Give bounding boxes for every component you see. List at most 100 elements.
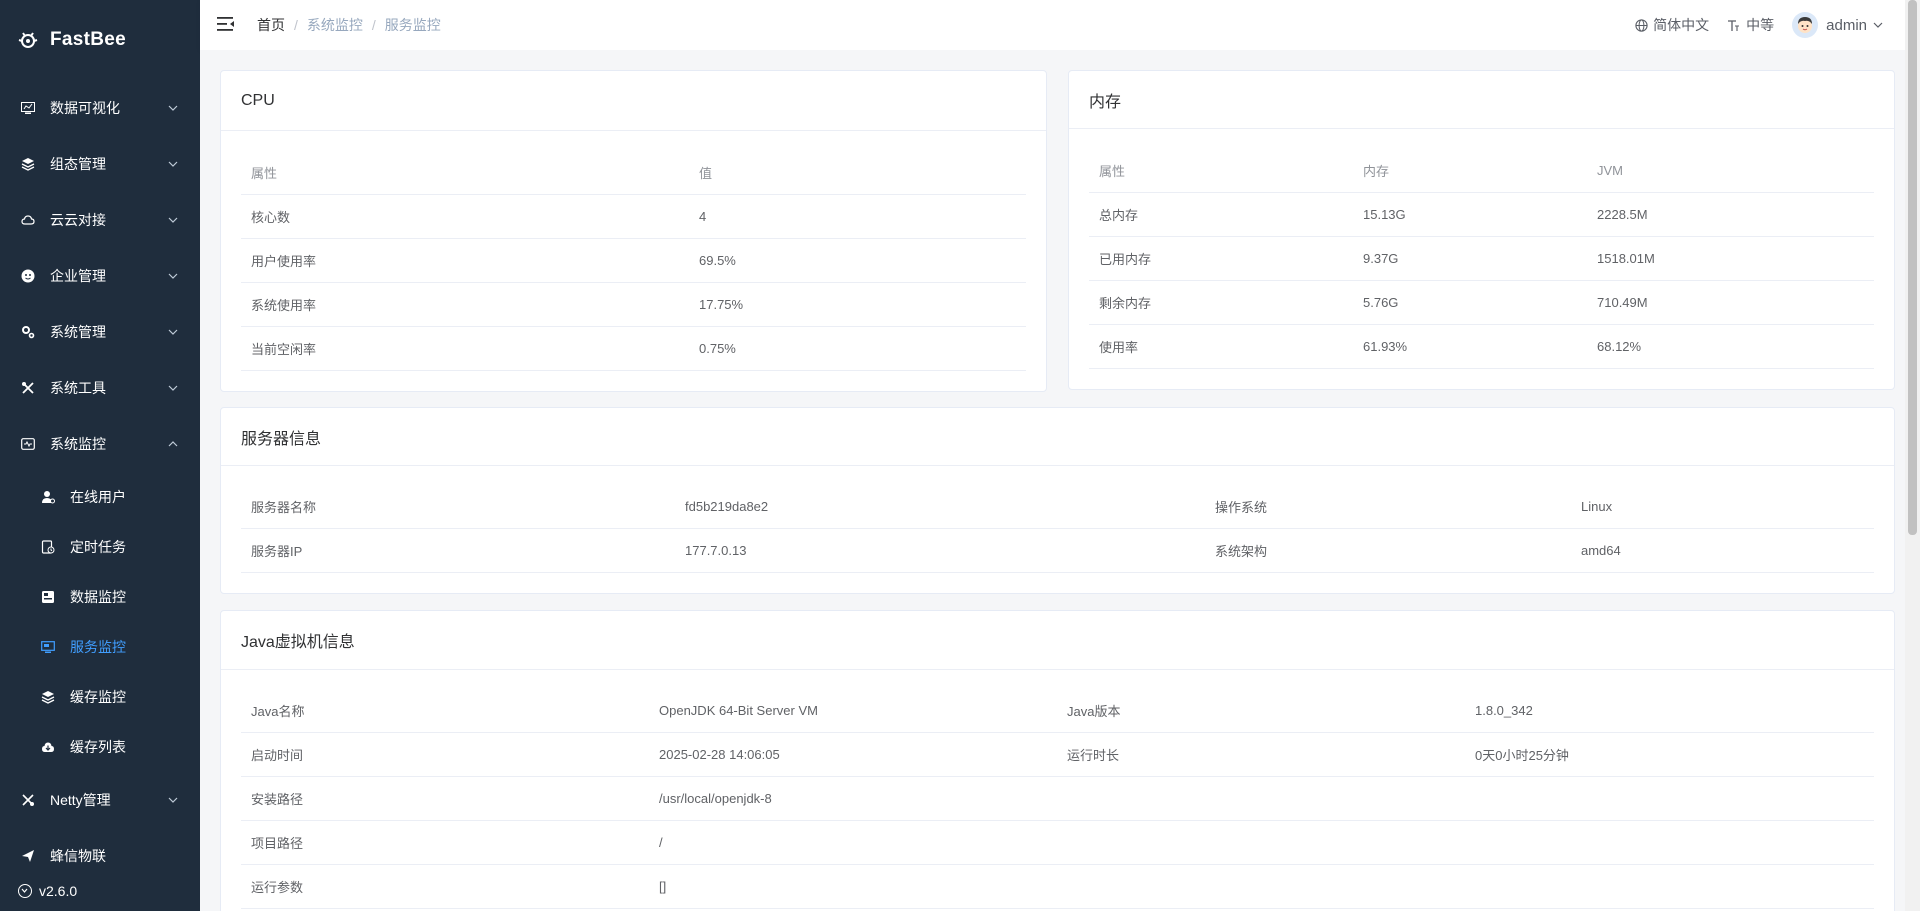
font-size-icon <box>1728 19 1740 31</box>
cpu-card-title: CPU <box>221 71 1046 131</box>
chevron-down-icon <box>168 105 178 111</box>
chevron-circle-icon <box>18 884 32 898</box>
table-header-cell: 属性 <box>251 166 278 181</box>
cpu-table: 属性 值 核心数 4 用户使用率 69.5% 系统使用率 17.75% 当前空闲… <box>241 151 1026 371</box>
table-cell: 系统架构 <box>1215 544 1268 559</box>
server-info-card: 服务器信息 服务器名称 fd5b219da8e2 操作系统 Linux 服务器I… <box>220 407 1895 594</box>
table-cell: 用户使用率 <box>251 254 317 269</box>
memory-card: 内存 属性 内存 JVM 总内存 15.13G 2228.5M 已用内存 9.3… <box>1068 70 1895 390</box>
sidebar-item-label: 云云对接 <box>50 212 106 228</box>
table-cell: OpenJDK 64-Bit Server VM <box>659 703 818 718</box>
server-info-table: 服务器名称 fd5b219da8e2 操作系统 Linux 服务器IP 177.… <box>241 485 1874 573</box>
table-row: 核心数 4 <box>241 195 1026 239</box>
jvm-info-table: Java名称 OpenJDK 64-Bit Server VM Java版本 1… <box>241 689 1874 909</box>
sidebar-item-cloud-connect[interactable]: 云云对接 <box>0 192 200 248</box>
table-cell: 69.5% <box>699 253 736 268</box>
globe-icon <box>1635 18 1648 32</box>
sidebar-item-scheduled-tasks[interactable]: 定时任务 <box>0 522 200 572</box>
table-cell: 61.93% <box>1363 339 1408 354</box>
username: admin <box>1826 16 1867 34</box>
breadcrumb-home[interactable]: 首页 <box>257 15 285 35</box>
table-cell: 0.75% <box>699 341 736 356</box>
sidebar-item-label: 在线用户 <box>70 489 126 505</box>
breadcrumb-separator: / <box>294 17 298 33</box>
sidebar-item-enterprise[interactable]: 企业管理 <box>0 248 200 304</box>
sidebar-item-server-monitor[interactable]: 服务监控 <box>0 622 200 672</box>
scrollbar-thumb[interactable] <box>1908 0 1917 535</box>
jvm-info-title: Java虚拟机信息 <box>221 611 1894 670</box>
memory-card-title: 内存 <box>1069 71 1894 129</box>
avatar <box>1792 12 1819 38</box>
table-row: 启动时间 2025-02-28 14:06:05 运行时长 0天0小时25分钟 <box>241 733 1874 777</box>
table-cell: 1.8.0_342 <box>1475 703 1533 718</box>
sidebar-item-system-tools[interactable]: 系统工具 <box>0 360 200 416</box>
page-scrollbar[interactable] <box>1905 0 1920 911</box>
send-icon <box>20 848 36 864</box>
sidebar-item-label: 定时任务 <box>70 539 126 555</box>
table-header-cell: 值 <box>699 166 713 181</box>
breadcrumb: 首页 / 系统监控 / 服务监控 <box>257 15 441 35</box>
table-cell: [] <box>659 879 667 894</box>
fastbee-logo-icon <box>16 28 40 52</box>
hamburger-icon[interactable] <box>217 16 235 34</box>
table-cell: 运行时长 <box>1067 748 1120 763</box>
sidebar-item-configuration[interactable]: 组态管理 <box>0 136 200 192</box>
table-cell: 启动时间 <box>251 748 304 763</box>
table-row: 系统使用率 17.75% <box>241 283 1026 327</box>
cache-monitor-icon <box>40 689 56 705</box>
sidebar-item-label: 服务监控 <box>70 639 126 655</box>
sidebar-item-data-monitor[interactable]: 数据监控 <box>0 572 200 622</box>
chevron-down-icon <box>168 329 178 335</box>
table-cell: 运行参数 <box>251 880 304 895</box>
sidebar-item-label: 系统监控 <box>50 436 106 452</box>
sidebar: FastBee 数据可视化 组态管理 云云对接 企业管理 系统管理 系统工具 系… <box>0 0 200 911</box>
sidebar-item-cache-list[interactable]: 缓存列表 <box>0 722 200 772</box>
sidebar-item-system-management[interactable]: 系统管理 <box>0 304 200 360</box>
table-row: 服务器名称 fd5b219da8e2 操作系统 Linux <box>241 485 1874 529</box>
table-row: 当前空闲率 0.75% <box>241 327 1026 371</box>
sidebar-item-data-visualization[interactable]: 数据可视化 <box>0 80 200 136</box>
table-cell: 剩余内存 <box>1099 296 1152 311</box>
table-row: 运行参数 [] <box>241 865 1874 909</box>
sidebar-item-cache-monitor[interactable]: 缓存监控 <box>0 672 200 722</box>
table-cell: 15.13G <box>1363 207 1406 222</box>
table-row: 用户使用率 69.5% <box>241 239 1026 283</box>
table-row: 剩余内存 5.76G 710.49M <box>1089 281 1874 325</box>
sidebar-item-system-monitor[interactable]: 系统监控 <box>0 416 200 472</box>
table-header-cell: 属性 <box>1099 164 1126 179</box>
user-menu[interactable]: admin <box>1792 12 1883 38</box>
table-cell: 5.76G <box>1363 295 1399 310</box>
chevron-down-icon <box>168 161 178 167</box>
table-cell: Linux <box>1581 499 1613 514</box>
sidebar-item-label: 缓存监控 <box>70 689 126 705</box>
chevron-up-icon <box>168 441 178 447</box>
size-switcher[interactable]: 中等 <box>1727 15 1774 35</box>
memory-table: 属性 内存 JVM 总内存 15.13G 2228.5M 已用内存 9.37G … <box>1089 149 1874 369</box>
table-row: 使用率 61.93% 68.12% <box>1089 325 1874 369</box>
cloud-icon <box>20 212 36 228</box>
logo[interactable]: FastBee <box>0 0 200 80</box>
sidebar-item-netty[interactable]: Netty管理 <box>0 772 200 828</box>
table-cell: 服务器名称 <box>251 500 317 515</box>
scheduled-task-icon <box>40 539 56 555</box>
sidebar-item-online-users[interactable]: 在线用户 <box>0 472 200 522</box>
cpu-card: CPU 属性 值 核心数 4 用户使用率 69.5% 系统使用率 17.75% … <box>220 70 1047 392</box>
language-label: 简体中文 <box>1653 17 1710 33</box>
table-cell: 已用内存 <box>1099 252 1152 267</box>
breadcrumb-current: 服务监控 <box>384 17 441 33</box>
table-cell: Java名称 <box>251 704 305 719</box>
table-row: 安装路径 /usr/local/openjdk-8 <box>241 777 1874 821</box>
table-cell: / <box>659 835 663 850</box>
cache-list-icon <box>40 739 56 755</box>
table-cell: 177.7.0.13 <box>685 543 747 558</box>
sidebar-item-label: Netty管理 <box>50 792 111 808</box>
version-info[interactable]: v2.6.0 <box>0 871 200 911</box>
table-cell: Java版本 <box>1067 704 1121 719</box>
monitor-icon <box>20 436 36 452</box>
table-cell: 项目路径 <box>251 836 304 851</box>
table-cell: 当前空闲率 <box>251 342 317 357</box>
jvm-info-card: Java虚拟机信息 Java名称 OpenJDK 64-Bit Server V… <box>220 610 1895 911</box>
language-switcher[interactable]: 简体中文 <box>1635 15 1709 35</box>
enterprise-icon <box>20 268 36 284</box>
table-cell: 68.12% <box>1597 339 1642 354</box>
